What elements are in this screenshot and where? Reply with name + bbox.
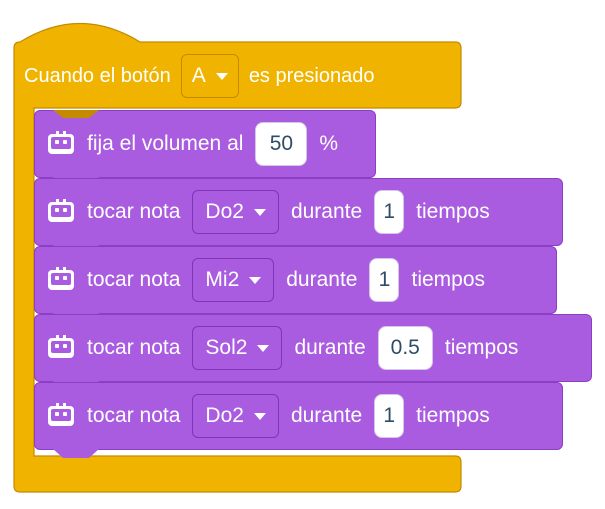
note-dropdown[interactable]: Do2 bbox=[192, 190, 279, 234]
play-note-block[interactable]: tocar nota Do2 durante 1 tiempos bbox=[34, 178, 563, 254]
button-dropdown-value: A bbox=[191, 64, 206, 87]
play-note-label: tocar nota bbox=[87, 336, 181, 359]
beats-unit-label: tiempos bbox=[416, 404, 490, 427]
during-label: durante bbox=[290, 404, 363, 427]
note-dropdown[interactable]: Do2 bbox=[192, 394, 279, 438]
beats-input[interactable]: 1 bbox=[369, 258, 400, 302]
note-dropdown[interactable]: Mi2 bbox=[192, 258, 275, 302]
play-note-label: tocar nota bbox=[87, 268, 181, 291]
play-note-block[interactable]: tocar nota Mi2 durante 1 tiempos bbox=[34, 246, 557, 322]
note-dropdown-value: Do2 bbox=[205, 404, 244, 427]
caret-down-icon bbox=[253, 412, 266, 420]
robot-face-icon bbox=[47, 335, 75, 361]
robot-face-icon bbox=[47, 267, 75, 293]
beats-unit-label: tiempos bbox=[411, 268, 486, 291]
event-label-after: es presionado bbox=[248, 64, 375, 87]
beats-input[interactable]: 0.5 bbox=[377, 326, 433, 370]
play-note-block[interactable]: tocar nota Do2 durante 1 tiempos bbox=[34, 382, 563, 458]
percent-label: % bbox=[319, 132, 339, 155]
play-note-label: tocar nota bbox=[87, 200, 181, 223]
note-dropdown-value: Sol2 bbox=[205, 336, 248, 359]
caret-down-icon bbox=[253, 208, 266, 216]
button-dropdown[interactable]: A bbox=[180, 54, 239, 98]
beats-unit-label: tiempos bbox=[444, 336, 519, 359]
during-label: durante bbox=[290, 200, 363, 223]
caret-down-icon bbox=[215, 72, 228, 80]
caret-down-icon bbox=[257, 344, 270, 352]
note-dropdown-value: Do2 bbox=[205, 200, 244, 223]
during-label: durante bbox=[286, 268, 358, 291]
play-note-label: tocar nota bbox=[87, 404, 181, 427]
robot-face-icon bbox=[47, 199, 75, 225]
beats-input[interactable]: 1 bbox=[374, 190, 405, 234]
caret-down-icon bbox=[249, 276, 262, 284]
robot-face-icon bbox=[47, 131, 75, 157]
robot-face-icon bbox=[47, 403, 75, 429]
volume-label: fija el volumen al bbox=[87, 132, 244, 155]
beats-unit-label: tiempos bbox=[416, 200, 490, 223]
note-dropdown-value: Mi2 bbox=[205, 268, 240, 291]
volume-input[interactable]: 50 bbox=[255, 122, 308, 166]
play-note-block[interactable]: tocar nota Sol2 durante 0.5 tiempos bbox=[34, 314, 592, 390]
beats-input[interactable]: 1 bbox=[374, 394, 405, 438]
set-volume-block[interactable]: fija el volumen al 50 % bbox=[34, 110, 376, 186]
event-label-before: Cuando el botón bbox=[24, 64, 171, 87]
event-block-header[interactable]: Cuando el botón A es presionado bbox=[24, 53, 374, 99]
during-label: durante bbox=[294, 336, 366, 359]
note-dropdown[interactable]: Sol2 bbox=[192, 326, 283, 370]
